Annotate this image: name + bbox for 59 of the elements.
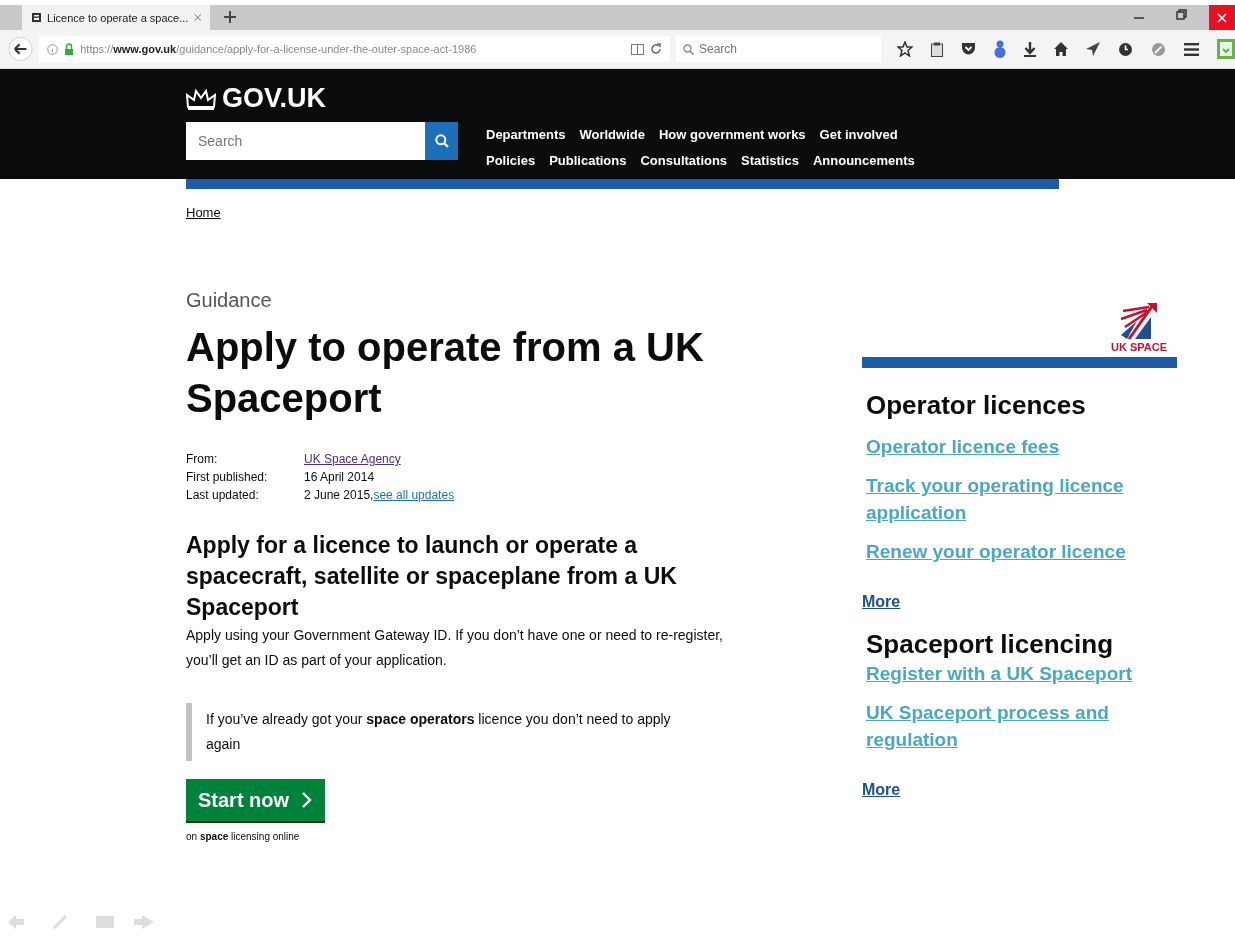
meta-value: 16 April 2014: [304, 470, 375, 484]
home-icon[interactable]: [1054, 42, 1068, 56]
site-logo[interactable]: GOV.UK: [222, 83, 327, 114]
info-icon: [47, 43, 59, 55]
meta-label: From:: [186, 452, 219, 466]
meta-link[interactable]: see all updates: [373, 488, 455, 502]
menu-icon[interactable]: [1184, 42, 1199, 56]
more-link[interactable]: More: [862, 781, 901, 799]
search-button[interactable]: [425, 122, 458, 160]
send-icon[interactable]: [1086, 42, 1100, 56]
minimize-icon[interactable]: [1134, 17, 1144, 20]
nav-link[interactable]: How government works: [658, 122, 806, 148]
search-icon: [434, 134, 449, 148]
agency-logo: UK SPACE: [1110, 301, 1167, 353]
browser-search-field[interactable]: Search: [676, 36, 881, 62]
meta-label: First published:: [186, 470, 269, 484]
new-tab-icon[interactable]: [224, 11, 236, 23]
page-icon: [32, 11, 42, 24]
chevron-icon: [301, 791, 314, 809]
nav-link[interactable]: Worldwide: [579, 122, 645, 148]
meta-value: 2 June 2015,: [304, 488, 374, 502]
star-icon[interactable]: [897, 41, 913, 57]
back-icon[interactable]: [8, 36, 34, 62]
intro-text: Apply using your Government Gateway ID. If you don’t have one or need to re-register, you’ll get an ID as part of your application.: [186, 626, 724, 670]
meta-label: Last updated:: [186, 488, 260, 502]
nav-link[interactable]: Policies: [486, 148, 536, 174]
more-link[interactable]: More: [862, 593, 901, 611]
section-heading: Apply for a licence to launch or operate a spacecraft, satellite or spaceplane from a UK Spaceport: [186, 531, 678, 622]
start-now-button[interactable]: Start now: [186, 779, 326, 821]
button-caption: on space licensing online: [186, 831, 301, 842]
address-bar[interactable]: https://www.gov.uk/guidance/apply-for-a-license-under-the-outer-space-act-1986: [39, 36, 670, 62]
nav-link[interactable]: Consultations: [640, 148, 728, 174]
crown-icon: [186, 86, 216, 111]
nav-link[interactable]: Announcements: [812, 148, 915, 174]
download-icon[interactable]: [1024, 41, 1036, 57]
inset-note: If you’ve already got your space operators licence you don’t need to apply again: [186, 703, 676, 761]
restore-icon[interactable]: [1176, 9, 1187, 20]
clock-icon[interactable]: [1118, 41, 1133, 57]
reader-icon[interactable]: [631, 43, 644, 55]
sidebar-heading: Operator licences: [866, 390, 1086, 421]
site-search-field[interactable]: Search: [186, 122, 425, 160]
close-icon: [1217, 12, 1227, 23]
meta-link[interactable]: UK Space Agency: [304, 452, 401, 466]
close-window-button[interactable]: [1209, 5, 1235, 30]
page-title: Apply to operate from a UK Spaceport: [186, 324, 705, 422]
nav-link[interactable]: Publications: [549, 148, 627, 174]
page-kicker: Guidance: [186, 289, 273, 312]
clipboard-icon[interactable]: [931, 41, 943, 57]
nav-link[interactable]: Statistics: [741, 148, 799, 174]
reload-icon[interactable]: [650, 43, 662, 55]
nav-link[interactable]: Get involved: [819, 122, 898, 148]
sidebar-heading: Spaceport licencing: [866, 629, 1114, 660]
breadcrumb-link[interactable]: Home: [186, 205, 221, 220]
browser-tab[interactable]: Licence to operate a space...: [22, 5, 210, 30]
nav-link[interactable]: Departments: [486, 122, 566, 148]
pocket-icon[interactable]: [961, 42, 976, 56]
pen-circle-icon[interactable]: [1151, 41, 1166, 57]
lock-icon: [64, 43, 75, 55]
figure-icon[interactable]: [994, 40, 1006, 58]
